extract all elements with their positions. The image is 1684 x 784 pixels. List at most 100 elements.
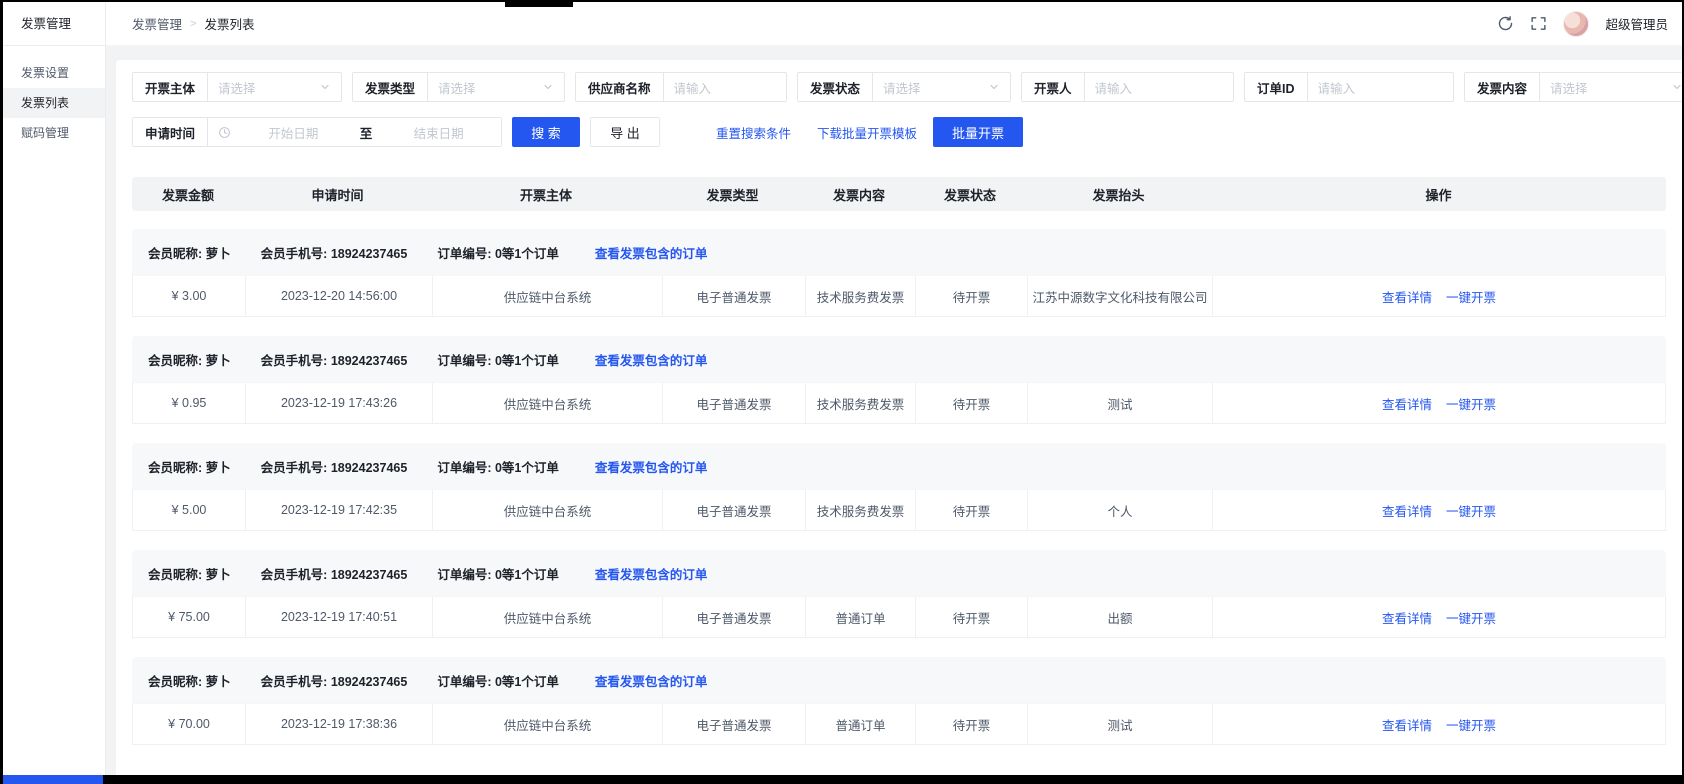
filter-placeholder: 请选择 xyxy=(208,78,319,97)
user-avatar[interactable] xyxy=(1563,11,1589,37)
main-area: 发票管理 > 发票列表 超级管理员 开票主体 xyxy=(106,2,1682,775)
breadcrumb-current: 发票列表 xyxy=(204,14,254,33)
filter-label: 申请时间 xyxy=(133,123,207,142)
column-header-content: 发票内容 xyxy=(804,185,914,204)
cell-title: 个人 xyxy=(1027,490,1212,530)
filter-label: 发票类型 xyxy=(353,78,427,97)
one-click-invoice-link[interactable]: 一键开票 xyxy=(1446,608,1496,627)
view-details-link[interactable]: 查看详情 xyxy=(1382,394,1432,413)
sidebar-item-invoice-settings[interactable]: 发票设置 xyxy=(3,58,105,88)
table-row: ¥ 0.95 2023-12-19 17:43:26 供应链中台系统 电子普通发… xyxy=(132,382,1666,424)
app-window: 发票管理 发票设置 发票列表 赋码管理 发票管理 > 发票列表 xyxy=(3,2,1682,775)
cell-title: 江苏中源数字文化科技有限公司 xyxy=(1027,276,1212,316)
member-phone: 会员手机号: 18924237465 xyxy=(261,457,408,476)
content-card: 开票主体 请选择 发票类型 请选择 供应商名称 请输入 发票状态 xyxy=(116,60,1682,775)
cell-invoice-type: 电子普通发票 xyxy=(662,704,805,744)
view-included-orders-link[interactable]: 查看发票包含的订单 xyxy=(595,350,708,369)
topbar: 发票管理 > 发票列表 超级管理员 xyxy=(106,2,1682,46)
cell-content: 技术服务费发票 xyxy=(805,490,915,530)
table-header-row: 发票金额 申请时间 开票主体 发票类型 发票内容 发票状态 发票抬头 操作 xyxy=(132,177,1666,211)
window-bottom-accent xyxy=(3,775,103,784)
one-click-invoice-link[interactable]: 一键开票 xyxy=(1446,501,1496,520)
view-included-orders-link[interactable]: 查看发票包含的订单 xyxy=(595,564,708,583)
cell-apply-time: 2023-12-19 17:42:35 xyxy=(245,490,432,530)
one-click-invoice-link[interactable]: 一键开票 xyxy=(1446,394,1496,413)
cell-title: 测试 xyxy=(1027,704,1212,744)
order-number: 订单编号: 0等1个订单 xyxy=(437,671,559,690)
filter-issuer-input[interactable]: 开票人 请输入 xyxy=(1021,72,1234,102)
view-included-orders-link[interactable]: 查看发票包含的订单 xyxy=(595,243,708,262)
download-batch-template-link[interactable]: 下载批量开票模板 xyxy=(817,123,917,142)
filter-invoice-subject-select[interactable]: 开票主体 请选择 xyxy=(132,72,342,102)
table-body: 会员昵称: 萝卜 会员手机号: 18924237465 订单编号: 0等1个订单… xyxy=(132,229,1666,745)
table-row: ¥ 5.00 2023-12-19 17:42:35 供应链中台系统 电子普通发… xyxy=(132,489,1666,531)
cell-invoice-type: 电子普通发票 xyxy=(662,383,805,423)
invoice-group: 会员昵称: 萝卜 会员手机号: 18924237465 订单编号: 0等1个订单… xyxy=(132,229,1666,317)
invoice-group: 会员昵称: 萝卜 会员手机号: 18924237465 订单编号: 0等1个订单… xyxy=(132,550,1666,638)
filter-label: 订单ID xyxy=(1245,78,1307,97)
filter-order-id-input[interactable]: 订单ID 请输入 xyxy=(1244,72,1454,102)
member-nickname: 会员昵称: 萝卜 xyxy=(148,350,231,369)
filter-label: 供应商名称 xyxy=(576,78,663,97)
member-nickname: 会员昵称: 萝卜 xyxy=(148,671,231,690)
member-phone: 会员手机号: 18924237465 xyxy=(261,243,408,262)
view-details-link[interactable]: 查看详情 xyxy=(1382,501,1432,520)
cell-apply-time: 2023-12-19 17:38:36 xyxy=(245,704,432,744)
user-name[interactable]: 超级管理员 xyxy=(1605,14,1668,33)
cell-amount: ¥ 3.00 xyxy=(133,276,245,316)
content-area: 开票主体 请选择 发票类型 请选择 供应商名称 请输入 发票状态 xyxy=(106,46,1682,775)
cell-subject: 供应链中台系统 xyxy=(432,704,662,744)
clock-icon xyxy=(218,126,231,139)
one-click-invoice-link[interactable]: 一键开票 xyxy=(1446,287,1496,306)
view-details-link[interactable]: 查看详情 xyxy=(1382,608,1432,627)
cell-operations: 查看详情 一键开票 xyxy=(1212,597,1665,637)
date-end-placeholder[interactable]: 结束日期 xyxy=(376,123,501,142)
filter-supplier-name-input[interactable]: 供应商名称 请输入 xyxy=(575,72,787,102)
column-header-subject: 开票主体 xyxy=(431,185,661,204)
filter-invoice-content-select[interactable]: 发票内容 请选择 xyxy=(1464,72,1682,102)
cell-status: 待开票 xyxy=(915,276,1027,316)
filter-label: 开票主体 xyxy=(133,78,207,97)
sidebar: 发票管理 发票设置 发票列表 赋码管理 xyxy=(3,2,106,775)
cell-invoice-type: 电子普通发票 xyxy=(662,276,805,316)
export-button[interactable]: 导 出 xyxy=(590,117,660,147)
view-included-orders-link[interactable]: 查看发票包含的订单 xyxy=(595,671,708,690)
view-details-link[interactable]: 查看详情 xyxy=(1382,287,1432,306)
sidebar-item-code-management[interactable]: 赋码管理 xyxy=(3,118,105,148)
refresh-icon[interactable] xyxy=(1497,15,1514,32)
breadcrumb-parent[interactable]: 发票管理 xyxy=(132,14,182,33)
cell-operations: 查看详情 一键开票 xyxy=(1212,490,1665,530)
cell-operations: 查看详情 一键开票 xyxy=(1212,704,1665,744)
group-header-row: 会员昵称: 萝卜 会员手机号: 18924237465 订单编号: 0等1个订单… xyxy=(132,336,1666,382)
fullscreen-icon[interactable] xyxy=(1530,15,1547,32)
view-details-link[interactable]: 查看详情 xyxy=(1382,715,1432,734)
filter-placeholder: 请选择 xyxy=(873,78,988,97)
view-included-orders-link[interactable]: 查看发票包含的订单 xyxy=(595,457,708,476)
table-row: ¥ 3.00 2023-12-20 14:56:00 供应链中台系统 电子普通发… xyxy=(132,275,1666,317)
batch-invoice-button[interactable]: 批量开票 xyxy=(933,117,1023,147)
cell-apply-time: 2023-12-19 17:40:51 xyxy=(245,597,432,637)
search-button[interactable]: 搜 索 xyxy=(512,117,580,147)
date-range-separator: 至 xyxy=(356,123,377,142)
invoice-group: 会员昵称: 萝卜 会员手机号: 18924237465 订单编号: 0等1个订单… xyxy=(132,336,1666,424)
filter-apply-time-range[interactable]: 申请时间 开始日期 至 结束日期 xyxy=(132,117,502,147)
filter-invoice-status-select[interactable]: 发票状态 请选择 xyxy=(797,72,1011,102)
cell-title: 测试 xyxy=(1027,383,1212,423)
sidebar-item-invoice-list[interactable]: 发票列表 xyxy=(3,88,105,118)
chevron-down-icon xyxy=(1671,81,1682,93)
cell-amount: ¥ 75.00 xyxy=(133,597,245,637)
cell-status: 待开票 xyxy=(915,383,1027,423)
chevron-down-icon xyxy=(319,81,331,93)
one-click-invoice-link[interactable]: 一键开票 xyxy=(1446,715,1496,734)
breadcrumb: 发票管理 > 发票列表 xyxy=(132,14,254,33)
cell-apply-time: 2023-12-20 14:56:00 xyxy=(245,276,432,316)
filter-invoice-type-select[interactable]: 发票类型 请选择 xyxy=(352,72,565,102)
member-phone: 会员手机号: 18924237465 xyxy=(261,350,408,369)
topbar-actions: 超级管理员 xyxy=(1497,11,1668,37)
chevron-down-icon xyxy=(542,81,554,93)
reset-search-link[interactable]: 重置搜索条件 xyxy=(716,123,791,142)
chevron-down-icon xyxy=(988,81,1000,93)
table-row: ¥ 70.00 2023-12-19 17:38:36 供应链中台系统 电子普通… xyxy=(132,703,1666,745)
filter-placeholder: 请输入 xyxy=(664,78,786,97)
date-start-placeholder[interactable]: 开始日期 xyxy=(231,123,356,142)
